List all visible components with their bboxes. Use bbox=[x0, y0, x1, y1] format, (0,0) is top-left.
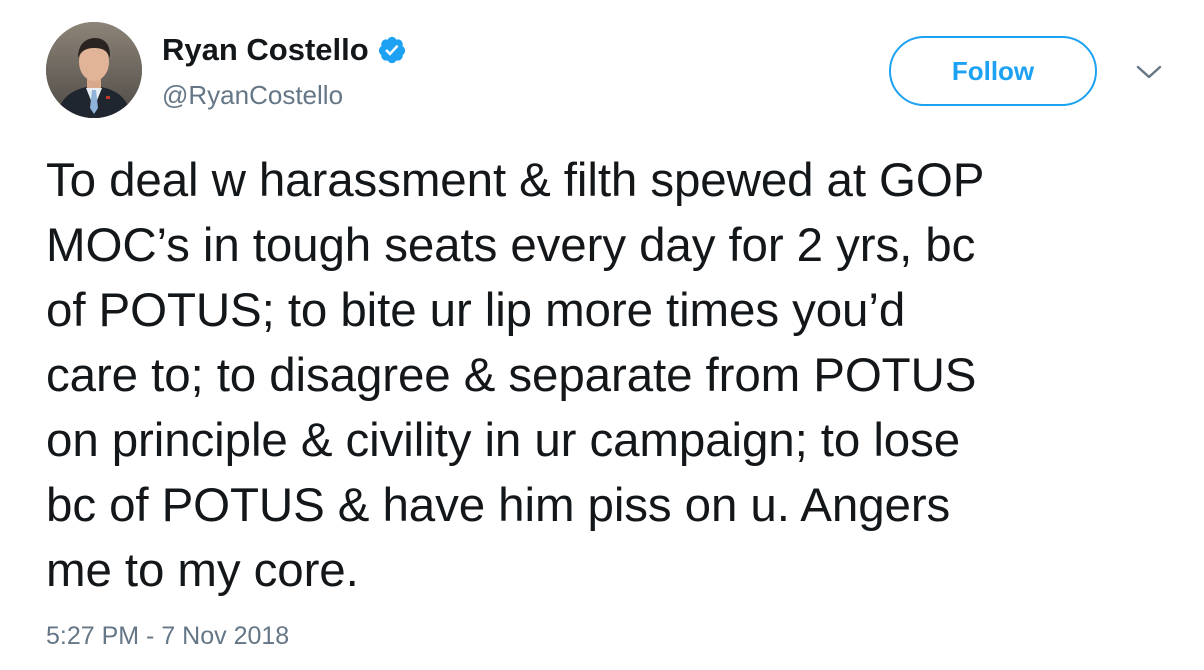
avatar-photo bbox=[46, 22, 142, 118]
verified-badge-icon bbox=[378, 36, 405, 64]
avatar[interactable] bbox=[46, 22, 142, 118]
tweet-timestamp[interactable]: 5:27 PM - 7 Nov 2018 bbox=[46, 622, 289, 651]
display-name[interactable]: Ryan Costello bbox=[162, 32, 369, 68]
name-row: Ryan Costello bbox=[162, 30, 407, 70]
user-handle[interactable]: @RyanCostello bbox=[162, 80, 343, 111]
follow-button[interactable]: Follow bbox=[889, 36, 1097, 106]
chevron-down-icon[interactable] bbox=[1134, 62, 1164, 82]
tweet-card: Ryan Costello @RyanCostello Follow To de… bbox=[0, 0, 1204, 670]
tweet-text: To deal w harassment & filth spewed at G… bbox=[46, 154, 985, 597]
